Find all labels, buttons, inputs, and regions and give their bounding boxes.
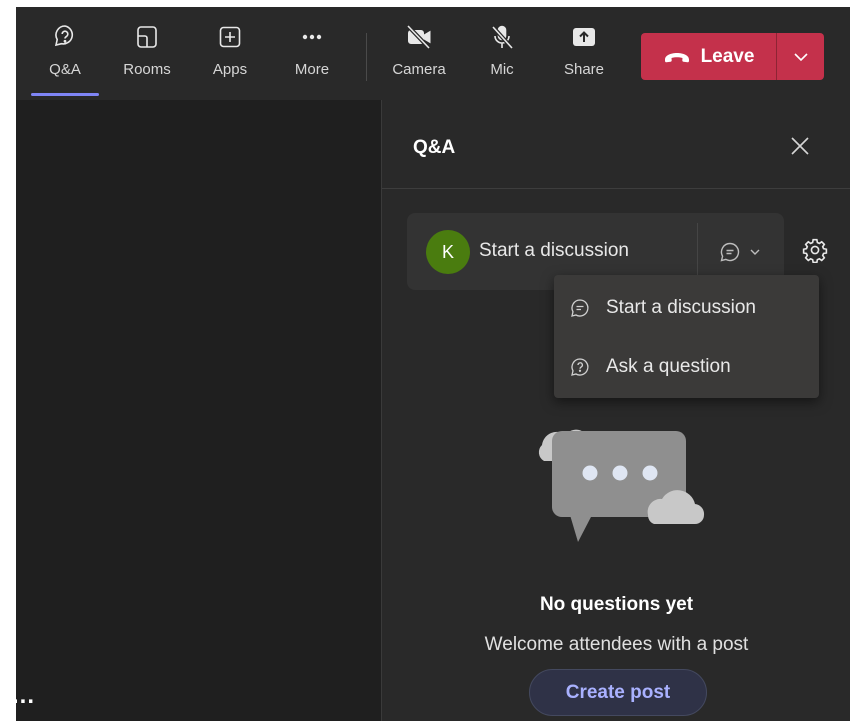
toolbar-rooms-label: Rooms xyxy=(123,61,171,78)
toolbar-more-label: More xyxy=(294,61,330,78)
hang-up-icon xyxy=(664,52,689,62)
more-dots-icon xyxy=(302,34,322,40)
composer-divider xyxy=(697,223,698,280)
discussion-icon xyxy=(720,242,740,262)
panel-header: Q&A xyxy=(382,100,850,189)
qa-panel: Q&A K Start a discussion Start a discuss… xyxy=(381,100,850,721)
toolbar-camera-button[interactable]: Camera xyxy=(385,23,453,93)
toolbar-apps-button[interactable]: Apps xyxy=(196,23,264,93)
toolbar-separator xyxy=(366,33,367,81)
empty-state-illustration xyxy=(538,429,705,542)
qa-icon xyxy=(54,25,74,47)
chevron-down-icon xyxy=(750,249,760,255)
selected-tab-indicator xyxy=(31,93,99,96)
empty-state-title: No questions yet xyxy=(539,594,694,615)
meeting-toolbar: Q&A Rooms Apps More Camera Mic Share Lea… xyxy=(16,7,850,100)
question-icon xyxy=(571,358,589,376)
rooms-icon xyxy=(137,26,157,48)
create-post-button[interactable]: Create post xyxy=(529,669,707,716)
chevron-down-icon xyxy=(793,52,808,61)
toolbar-qa-label: Q&A xyxy=(49,61,81,78)
toolbar-share-label: Share xyxy=(563,61,605,78)
toolbar-apps-label: Apps xyxy=(212,61,248,78)
toolbar-mic-label: Mic xyxy=(490,61,514,78)
leave-button-group: Leave xyxy=(641,33,824,80)
toolbar-qa-button[interactable]: Q&A xyxy=(31,23,99,93)
menu-item-start-discussion[interactable]: Start a discussion xyxy=(554,280,819,336)
toolbar-mic-button[interactable]: Mic xyxy=(468,23,536,93)
empty-state-subtitle: Welcome attendees with a post xyxy=(484,634,749,655)
stage-more-options[interactable]: ... xyxy=(16,684,35,708)
avatar: K xyxy=(426,230,470,274)
composer-placeholder[interactable]: Start a discussion xyxy=(479,240,629,262)
share-icon xyxy=(573,28,595,46)
discussion-icon xyxy=(571,299,589,317)
toolbar-camera-label: Camera xyxy=(392,61,446,78)
leave-button[interactable]: Leave xyxy=(641,33,776,80)
gear-icon[interactable] xyxy=(802,237,828,263)
toolbar-share-button[interactable]: Share xyxy=(550,23,618,93)
post-type-selector[interactable] xyxy=(719,240,769,264)
menu-item-label: Ask a question xyxy=(606,356,731,377)
menu-item-ask-question[interactable]: Ask a question xyxy=(554,339,819,395)
panel-title: Q&A xyxy=(413,137,456,158)
meeting-stage: ... xyxy=(16,100,381,721)
leave-options-button[interactable] xyxy=(777,33,824,80)
camera-off-icon xyxy=(406,24,431,50)
toolbar-rooms-button[interactable]: Rooms xyxy=(113,23,181,93)
teams-meeting-window: Q&A Rooms Apps More Camera Mic Share Lea… xyxy=(16,7,850,721)
menu-item-label: Start a discussion xyxy=(606,297,756,318)
toolbar-more-button[interactable]: More xyxy=(278,23,346,93)
close-icon[interactable] xyxy=(788,134,812,158)
post-type-menu: Start a discussion Ask a question xyxy=(554,275,819,398)
leave-label: Leave xyxy=(700,45,755,67)
apps-plus-icon xyxy=(219,26,241,48)
mic-off-icon xyxy=(491,25,514,50)
